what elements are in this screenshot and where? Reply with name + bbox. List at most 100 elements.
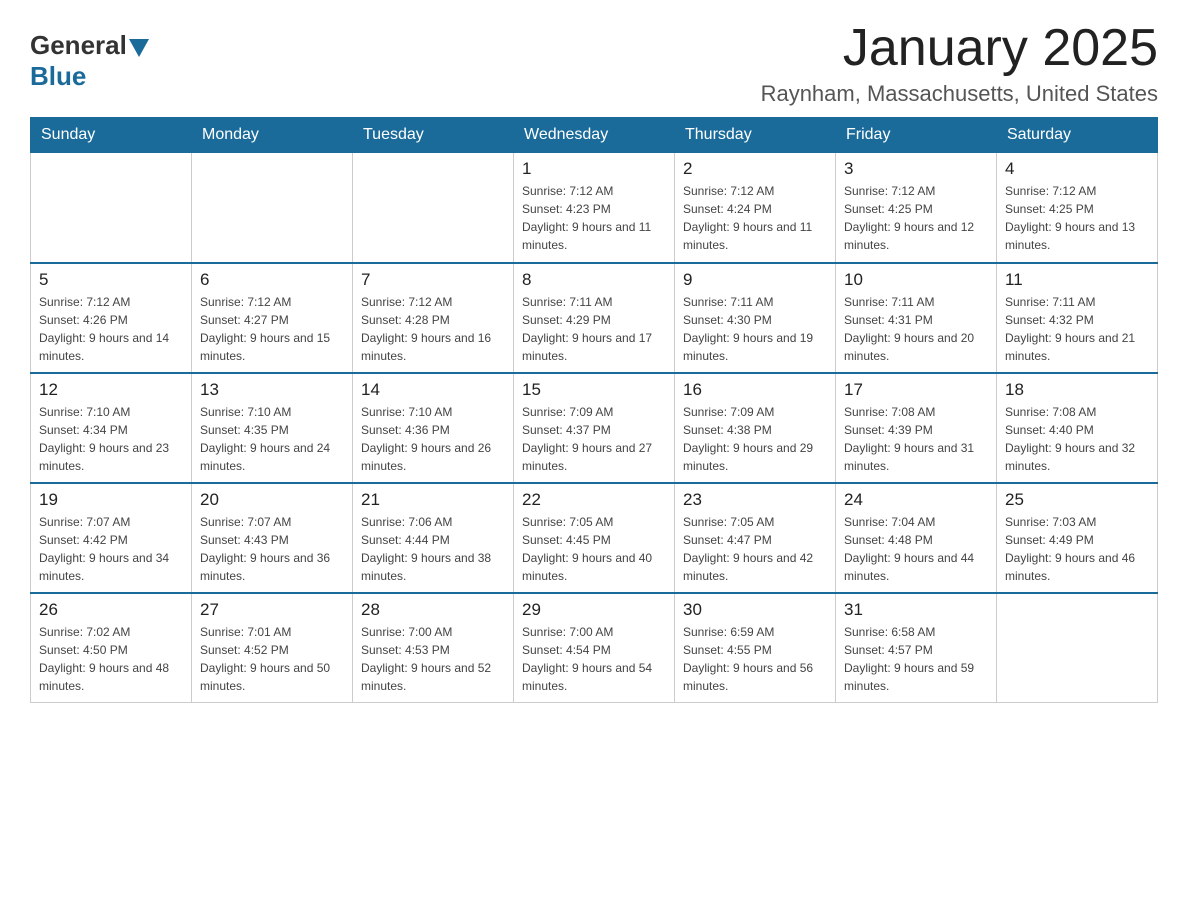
day-info: Sunrise: 6:59 AMSunset: 4:55 PMDaylight:… xyxy=(683,623,827,695)
calendar-cell xyxy=(192,153,353,263)
calendar-cell: 25 Sunrise: 7:03 AMSunset: 4:49 PMDayligh… xyxy=(997,483,1158,593)
title-section: January 2025 Raynham, Massachusetts, Uni… xyxy=(761,20,1158,107)
calendar-cell: 8 Sunrise: 7:11 AMSunset: 4:29 PMDaylight… xyxy=(514,263,675,373)
calendar-week-row: 12Sunrise: 7:10 AMSunset: 4:34 PMDayligh… xyxy=(31,373,1158,483)
calendar-cell: 28 Sunrise: 7:00 AMSunset: 4:53 PMDayligh… xyxy=(353,593,514,703)
day-info: Sunrise: 7:11 AMSunset: 4:30 PMDaylight:… xyxy=(683,293,827,365)
calendar-week-row: 19Sunrise: 7:07 AMSunset: 4:42 PMDayligh… xyxy=(31,483,1158,593)
day-info: Sunrise: 7:09 AMSunset: 4:38 PMDaylight:… xyxy=(683,403,827,475)
calendar-cell: 1 Sunrise: 7:12 AMSunset: 4:23 PMDaylight… xyxy=(514,153,675,263)
day-info: Sunrise: 7:07 AMSunset: 4:43 PMDaylight:… xyxy=(200,513,344,585)
day-info: Sunrise: 7:11 AMSunset: 4:29 PMDaylight:… xyxy=(522,293,666,365)
day-number: 11 xyxy=(1005,270,1149,290)
day-info: Sunrise: 7:12 AMSunset: 4:28 PMDaylight:… xyxy=(361,293,505,365)
day-info: Sunrise: 7:00 AMSunset: 4:53 PMDaylight:… xyxy=(361,623,505,695)
calendar-cell xyxy=(997,593,1158,703)
calendar-cell: 13Sunrise: 7:10 AMSunset: 4:35 PMDayligh… xyxy=(192,373,353,483)
day-number: 22 xyxy=(522,490,666,510)
logo: General Blue xyxy=(30,30,149,92)
day-info: Sunrise: 7:10 AMSunset: 4:35 PMDaylight:… xyxy=(200,403,344,475)
day-info: Sunrise: 7:12 AMSunset: 4:23 PMDaylight:… xyxy=(522,182,666,254)
day-number: 16 xyxy=(683,380,827,400)
day-info: Sunrise: 7:00 AMSunset: 4:54 PMDaylight:… xyxy=(522,623,666,695)
day-number: 30 xyxy=(683,600,827,620)
day-info: Sunrise: 7:08 AMSunset: 4:40 PMDaylight:… xyxy=(1005,403,1149,475)
day-number: 26 xyxy=(39,600,183,620)
day-number: 14 xyxy=(361,380,505,400)
day-number: 20 xyxy=(200,490,344,510)
calendar-table: SundayMondayTuesdayWednesdayThursdayFrid… xyxy=(30,117,1158,703)
calendar-header-thursday: Thursday xyxy=(675,118,836,153)
calendar-cell: 29 Sunrise: 7:00 AMSunset: 4:54 PMDayligh… xyxy=(514,593,675,703)
calendar-cell: 23Sunrise: 7:05 AMSunset: 4:47 PMDayligh… xyxy=(675,483,836,593)
day-number: 4 xyxy=(1005,159,1149,179)
calendar-week-row: 5Sunrise: 7:12 AMSunset: 4:26 PMDaylight… xyxy=(31,263,1158,373)
calendar-cell: 4 Sunrise: 7:12 AMSunset: 4:25 PMDaylight… xyxy=(997,153,1158,263)
calendar-week-row: 26 Sunrise: 7:02 AMSunset: 4:50 PMDayligh… xyxy=(31,593,1158,703)
calendar-header-monday: Monday xyxy=(192,118,353,153)
day-info: Sunrise: 7:02 AMSunset: 4:50 PMDaylight:… xyxy=(39,623,183,695)
calendar-header-saturday: Saturday xyxy=(997,118,1158,153)
day-info: Sunrise: 7:12 AMSunset: 4:24 PMDaylight:… xyxy=(683,182,827,254)
day-info: Sunrise: 7:10 AMSunset: 4:34 PMDaylight:… xyxy=(39,403,183,475)
day-info: Sunrise: 7:01 AMSunset: 4:52 PMDaylight:… xyxy=(200,623,344,695)
calendar-cell: 22 Sunrise: 7:05 AMSunset: 4:45 PMDayligh… xyxy=(514,483,675,593)
day-number: 19 xyxy=(39,490,183,510)
day-number: 2 xyxy=(683,159,827,179)
calendar-header-friday: Friday xyxy=(836,118,997,153)
logo-general-text: General xyxy=(30,30,127,61)
day-number: 27 xyxy=(200,600,344,620)
calendar-cell: 20 Sunrise: 7:07 AMSunset: 4:43 PMDayligh… xyxy=(192,483,353,593)
day-number: 3 xyxy=(844,159,988,179)
calendar-header-sunday: Sunday xyxy=(31,118,192,153)
day-info: Sunrise: 7:03 AMSunset: 4:49 PMDaylight:… xyxy=(1005,513,1149,585)
day-info: Sunrise: 7:12 AMSunset: 4:27 PMDaylight:… xyxy=(200,293,344,365)
day-info: Sunrise: 7:08 AMSunset: 4:39 PMDaylight:… xyxy=(844,403,988,475)
calendar-cell: 18 Sunrise: 7:08 AMSunset: 4:40 PMDayligh… xyxy=(997,373,1158,483)
logo-blue-text: Blue xyxy=(30,61,86,92)
day-number: 28 xyxy=(361,600,505,620)
calendar-cell: 5Sunrise: 7:12 AMSunset: 4:26 PMDaylight… xyxy=(31,263,192,373)
day-info: Sunrise: 7:04 AMSunset: 4:48 PMDaylight:… xyxy=(844,513,988,585)
calendar-cell xyxy=(353,153,514,263)
calendar-cell: 2 Sunrise: 7:12 AMSunset: 4:24 PMDaylight… xyxy=(675,153,836,263)
calendar-cell: 11 Sunrise: 7:11 AMSunset: 4:32 PMDayligh… xyxy=(997,263,1158,373)
calendar-cell: 10 Sunrise: 7:11 AMSunset: 4:31 PMDayligh… xyxy=(836,263,997,373)
calendar-cell: 7 Sunrise: 7:12 AMSunset: 4:28 PMDaylight… xyxy=(353,263,514,373)
day-info: Sunrise: 6:58 AMSunset: 4:57 PMDaylight:… xyxy=(844,623,988,695)
day-info: Sunrise: 7:11 AMSunset: 4:32 PMDaylight:… xyxy=(1005,293,1149,365)
calendar-cell: 26 Sunrise: 7:02 AMSunset: 4:50 PMDayligh… xyxy=(31,593,192,703)
day-info: Sunrise: 7:11 AMSunset: 4:31 PMDaylight:… xyxy=(844,293,988,365)
calendar-header-tuesday: Tuesday xyxy=(353,118,514,153)
calendar-cell: 19Sunrise: 7:07 AMSunset: 4:42 PMDayligh… xyxy=(31,483,192,593)
day-number: 25 xyxy=(1005,490,1149,510)
calendar-cell: 12Sunrise: 7:10 AMSunset: 4:34 PMDayligh… xyxy=(31,373,192,483)
calendar-week-row: 1 Sunrise: 7:12 AMSunset: 4:23 PMDaylight… xyxy=(31,153,1158,263)
calendar-cell: 15Sunrise: 7:09 AMSunset: 4:37 PMDayligh… xyxy=(514,373,675,483)
calendar-header-row: SundayMondayTuesdayWednesdayThursdayFrid… xyxy=(31,118,1158,153)
day-info: Sunrise: 7:12 AMSunset: 4:25 PMDaylight:… xyxy=(1005,182,1149,254)
day-info: Sunrise: 7:12 AMSunset: 4:25 PMDaylight:… xyxy=(844,182,988,254)
day-number: 9 xyxy=(683,270,827,290)
day-number: 8 xyxy=(522,270,666,290)
day-number: 15 xyxy=(522,380,666,400)
day-number: 17 xyxy=(844,380,988,400)
calendar-cell: 6Sunrise: 7:12 AMSunset: 4:27 PMDaylight… xyxy=(192,263,353,373)
calendar-cell: 3 Sunrise: 7:12 AMSunset: 4:25 PMDaylight… xyxy=(836,153,997,263)
day-number: 7 xyxy=(361,270,505,290)
day-info: Sunrise: 7:05 AMSunset: 4:45 PMDaylight:… xyxy=(522,513,666,585)
day-number: 18 xyxy=(1005,380,1149,400)
day-number: 10 xyxy=(844,270,988,290)
calendar-cell: 9 Sunrise: 7:11 AMSunset: 4:30 PMDaylight… xyxy=(675,263,836,373)
calendar-cell: 31 Sunrise: 6:58 AMSunset: 4:57 PMDayligh… xyxy=(836,593,997,703)
day-info: Sunrise: 7:12 AMSunset: 4:26 PMDaylight:… xyxy=(39,293,183,365)
page-header: General Blue January 2025 Raynham, Massa… xyxy=(30,20,1158,107)
calendar-cell: 14Sunrise: 7:10 AMSunset: 4:36 PMDayligh… xyxy=(353,373,514,483)
day-info: Sunrise: 7:05 AMSunset: 4:47 PMDaylight:… xyxy=(683,513,827,585)
calendar-cell: 30 Sunrise: 6:59 AMSunset: 4:55 PMDayligh… xyxy=(675,593,836,703)
day-number: 1 xyxy=(522,159,666,179)
day-number: 29 xyxy=(522,600,666,620)
month-title: January 2025 xyxy=(761,20,1158,77)
day-number: 31 xyxy=(844,600,988,620)
day-number: 24 xyxy=(844,490,988,510)
